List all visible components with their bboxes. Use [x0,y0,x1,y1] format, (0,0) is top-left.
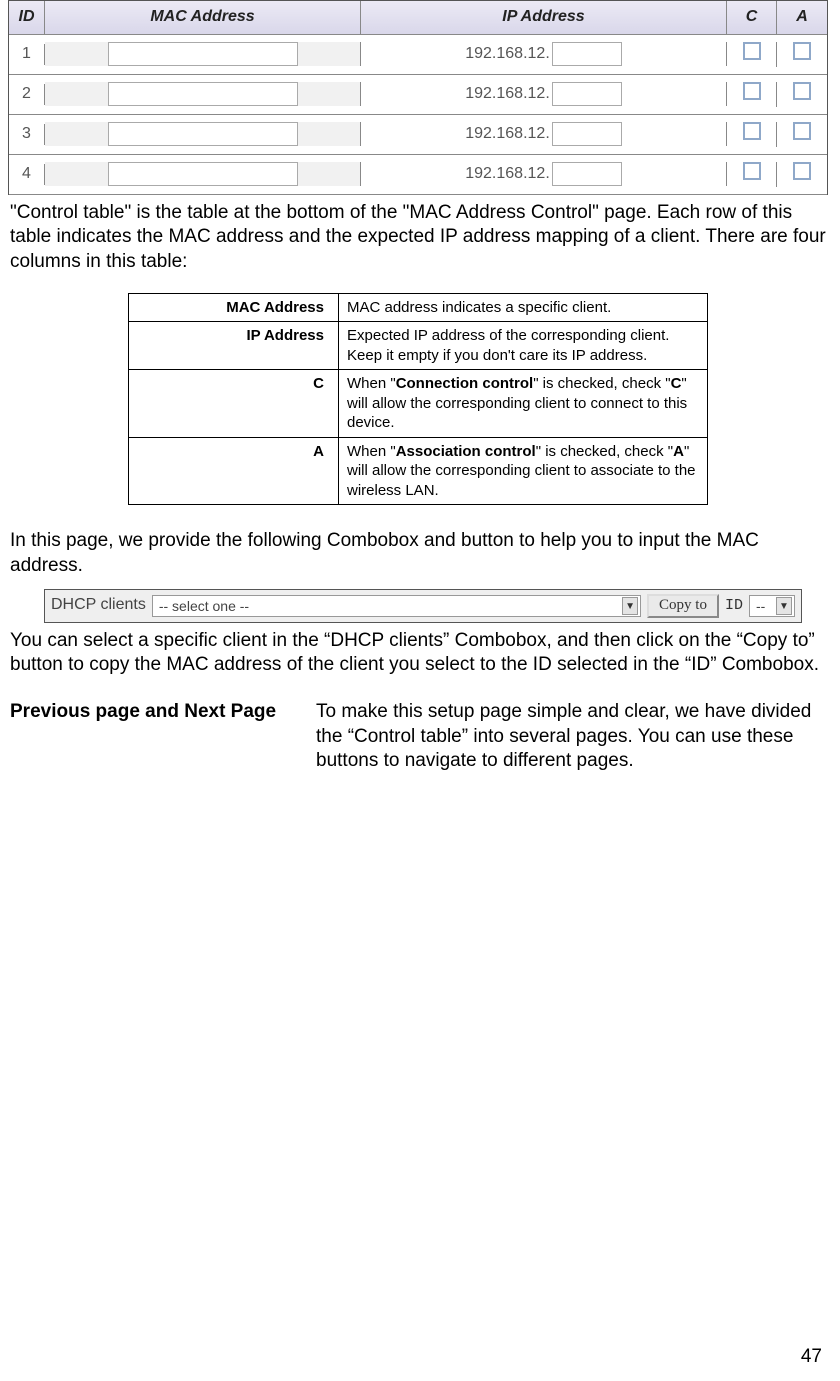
definition-term: C [129,370,339,438]
prev-next-body: To make this setup page simple and clear… [316,700,826,774]
a-checkbox[interactable] [793,82,811,100]
header-c: C [727,1,777,34]
table-row: 2 192.168.12. [9,75,827,115]
page-number: 47 [801,1345,822,1370]
a-checkbox[interactable] [793,42,811,60]
row-id: 1 [9,44,45,65]
dhcp-clients-select-value: -- select one -- [159,597,249,615]
mac-input[interactable] [108,122,298,146]
ip-input[interactable] [552,162,622,186]
ip-prefix: 192.168.12. [465,124,550,145]
definition-table: MAC AddressMAC address indicates a speci… [128,293,708,506]
prev-next-note: Previous page and Next Page To make this… [10,700,826,774]
chevron-down-icon: ▼ [622,597,638,615]
definition-term: IP Address [129,322,339,370]
c-checkbox[interactable] [743,162,761,180]
header-a: A [777,1,827,34]
c-checkbox[interactable] [743,42,761,60]
ip-input[interactable] [552,42,622,66]
dhcp-clients-select[interactable]: -- select one -- ▼ [152,595,641,617]
a-checkbox[interactable] [793,162,811,180]
definition-term: MAC Address [129,293,339,322]
id-select[interactable]: -- ▼ [749,595,795,617]
ip-prefix: 192.168.12. [465,84,550,105]
copy-to-button[interactable]: Copy to [647,594,719,618]
table-row: 4 192.168.12. [9,155,827,195]
a-checkbox[interactable] [793,122,811,140]
ip-prefix: 192.168.12. [465,44,550,65]
dhcp-combo-figure: DHCP clients -- select one -- ▼ Copy to … [44,589,802,623]
table-row: 1 192.168.12. [9,35,827,75]
id-label: ID [725,596,743,616]
paragraph: In this page, we provide the following C… [10,529,826,578]
definition-desc: MAC address indicates a specific client. [339,293,708,322]
ip-input[interactable] [552,82,622,106]
chevron-down-icon: ▼ [776,597,792,615]
header-ip: IP Address [361,1,727,34]
id-select-value: -- [756,597,765,615]
definition-desc: When "Association control" is checked, c… [339,437,708,505]
header-id: ID [9,1,45,34]
definition-desc: When "Connection control" is checked, ch… [339,370,708,438]
paragraph: You can select a specific client in the … [10,629,826,678]
c-checkbox[interactable] [743,122,761,140]
ip-prefix: 192.168.12. [465,164,550,185]
prev-next-heading: Previous page and Next Page [10,700,306,774]
paragraph: "Control table" is the table at the bott… [10,201,826,275]
c-checkbox[interactable] [743,82,761,100]
table-row: 3 192.168.12. [9,115,827,155]
dhcp-clients-label: DHCP clients [51,595,146,616]
mac-input[interactable] [108,82,298,106]
definition-term: A [129,437,339,505]
definition-row: IP AddressExpected IP address of the cor… [129,322,708,370]
definition-row: MAC AddressMAC address indicates a speci… [129,293,708,322]
definition-desc: Expected IP address of the corresponding… [339,322,708,370]
definition-row: AWhen "Association control" is checked, … [129,437,708,505]
control-table-header: ID MAC Address IP Address C A [9,1,827,35]
mac-input[interactable] [108,42,298,66]
definition-row: CWhen "Connection control" is checked, c… [129,370,708,438]
header-mac: MAC Address [45,1,361,34]
row-id: 4 [9,164,45,185]
row-id: 3 [9,124,45,145]
ip-input[interactable] [552,122,622,146]
control-table: ID MAC Address IP Address C A 1 192.168.… [8,0,828,195]
mac-input[interactable] [108,162,298,186]
row-id: 2 [9,84,45,105]
